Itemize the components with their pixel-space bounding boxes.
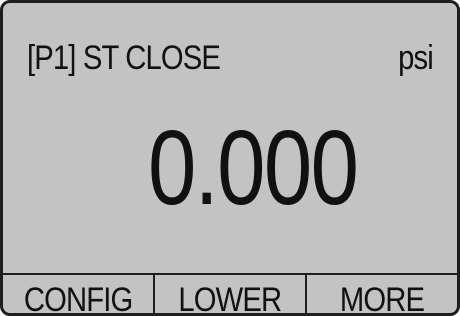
reading-value: 0.000 [148,109,359,227]
status-row: [P1] ST CLOSE psi [27,33,434,83]
more-softkey[interactable]: MORE [305,275,457,316]
softkey-bar: CONFIG LOWER MORE [3,273,457,316]
config-softkey-label: CONFIG [23,280,133,316]
more-softkey-label: MORE [339,280,425,316]
lower-softkey-label: LOWER [178,280,283,316]
config-softkey[interactable]: CONFIG [3,275,153,316]
unit-label[interactable]: psi [398,39,434,78]
lower-softkey[interactable]: LOWER [153,275,305,316]
pressure-reading: 0.000 [3,115,457,221]
port-label: [P1] ST CLOSE [27,38,221,77]
lcd-screen: [P1] ST CLOSE psi 0.000 CONFIG LOWER MOR… [0,0,460,316]
